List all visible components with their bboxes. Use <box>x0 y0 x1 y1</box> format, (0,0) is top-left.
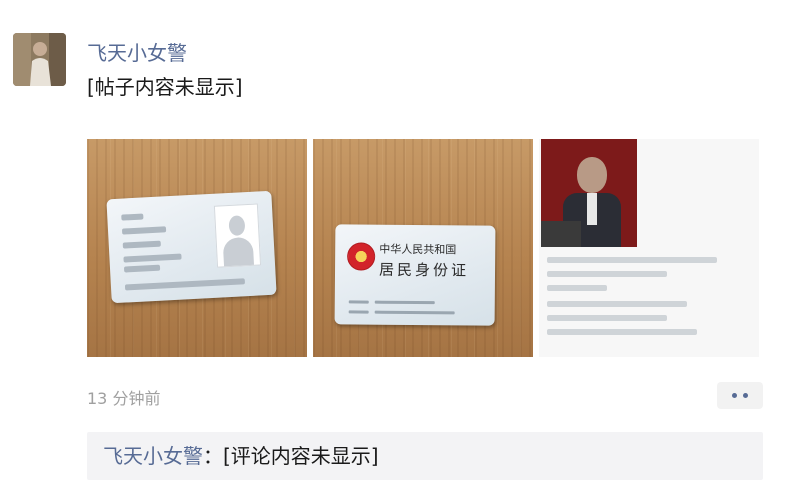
comment-text[interactable]: [评论内容未显示] <box>223 444 379 468</box>
more-dot-icon <box>732 393 737 398</box>
post-timestamp: 13 分钟前 <box>87 389 161 408</box>
profile-photo-placeholder <box>541 139 637 247</box>
post-author-name[interactable]: 飞天小女警 <box>87 37 187 66</box>
comment-separator: ： <box>203 444 223 468</box>
image-thumbnail-id-front[interactable] <box>87 139 307 357</box>
avatar[interactable] <box>13 33 66 86</box>
comment-author[interactable]: 飞天小女警 <box>103 444 203 468</box>
image-thumbnail-profile[interactable] <box>539 139 759 357</box>
id-card-back: 中华人民共和国 居民身份证 <box>334 224 496 326</box>
post-text: [帖子内容未显示] <box>87 75 243 99</box>
id-card-back-title: 中华人民共和国 <box>379 242 457 257</box>
national-emblem-icon <box>347 242 376 271</box>
more-dot-icon <box>743 393 748 398</box>
comment-section: 飞天小女警：[评论内容未显示] <box>87 432 763 480</box>
id-card-photo-placeholder <box>213 203 262 268</box>
avatar-image <box>13 33 66 86</box>
id-card-back-subtitle: 居民身份证 <box>378 260 470 280</box>
more-actions-button[interactable] <box>717 382 763 409</box>
id-card-front <box>106 190 277 304</box>
image-thumbnail-id-back[interactable]: 中华人民共和国 居民身份证 <box>313 139 533 357</box>
